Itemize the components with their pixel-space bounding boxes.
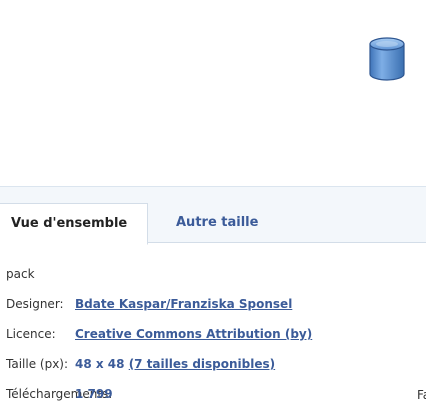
available-sizes-link[interactable]: (7 tailles disponibles)	[129, 357, 275, 371]
pack-label: pack	[6, 267, 35, 281]
size-value: 48 x 48 (7 tailles disponibles)	[75, 355, 275, 373]
licence-value: Creative Commons Attribution (by)	[75, 325, 312, 343]
tab-overview[interactable]: Vue d'ensemble	[0, 203, 148, 245]
database-icon	[369, 37, 405, 81]
tab-bar: Vue d'ensemble Autre taille	[0, 186, 426, 245]
size-dimensions: 48 x 48	[75, 357, 125, 371]
size-label: Taille (px):	[6, 357, 69, 371]
designer-value: Bdate Kaspar/Franziska Sponsel	[75, 295, 292, 313]
icon-details: pack Designer: Bdate Kaspar/Franziska Sp…	[0, 243, 426, 409]
icon-detail-page: Vue d'ensemble Autre taille pack Designe…	[0, 0, 426, 409]
designer-link[interactable]: Bdate Kaspar/Franziska Sponsel	[75, 297, 292, 311]
designer-label: Designer:	[6, 297, 64, 311]
licence-link[interactable]: Creative Commons Attribution (by)	[75, 327, 312, 341]
licence-label: Licence:	[6, 327, 56, 341]
tab-other-size[interactable]: Autre taille	[176, 203, 258, 245]
truncated-text: Fa	[417, 388, 426, 402]
icon-preview-area	[0, 0, 426, 186]
downloads-value: 1 799	[75, 387, 113, 401]
